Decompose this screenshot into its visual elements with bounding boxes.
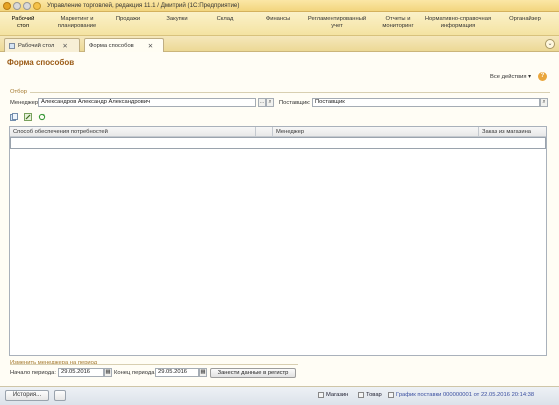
manager-label: Менеджер: [10,100,40,106]
save-to-register-button[interactable]: Занести данные в регистр [210,368,296,378]
window-title: Управление торговлей, редакция 11.1 / Дм… [47,2,240,9]
tab-methods-form-label: Форма способов [89,42,134,49]
status-link-store-label: Магазин [326,392,349,398]
menu-desktop[interactable]: Рабочий стол [6,16,40,30]
chevron-down-icon[interactable]: ⌄ [545,39,555,49]
all-actions-menu[interactable]: Все действия ▾ [490,74,531,80]
history-button[interactable]: История... [5,390,49,401]
copy-icon[interactable] [10,113,18,121]
period-group-divider [10,364,298,365]
menu-regulated-accounting[interactable]: Регламентированный учет [304,16,370,30]
open-windows-bar: Рабочий стол ✕ Форма способов ✕ ⌄ [0,36,559,52]
column-divider [478,127,479,137]
catalog-icon [358,392,364,398]
manager-field[interactable]: Александров Александр Александрович [38,98,256,107]
title-bar-icons [0,1,41,10]
forward-icon[interactable] [23,1,31,10]
supplier-field[interactable]: Поставщик [312,98,540,107]
menu-reports[interactable]: Отчеты и мониторинг [378,16,418,30]
period-end-label: Конец периода: [114,370,157,376]
status-link-schedule[interactable]: График поставки 000000001 от 22.05.2016 … [388,392,534,398]
calendar-icon[interactable]: ▦ [199,368,207,377]
menu-marketing[interactable]: Маркетинг и планирование [52,16,102,30]
tab-methods-form[interactable]: Форма способов ✕ [84,38,164,52]
menu-reference-info[interactable]: Нормативно-справочная информация [424,16,492,30]
select-button[interactable]: … [258,98,266,107]
search-icon[interactable]: ⌕ [540,98,548,107]
section-menu: Рабочий стол Маркетинг и планирование Пр… [0,12,559,36]
column-divider [272,127,273,137]
tab-desktop-label: Рабочий стол [18,42,55,49]
help-icon[interactable]: ? [538,72,547,81]
desktop-icon [9,42,15,49]
menu-warehouse[interactable]: Склад [210,16,240,23]
menu-finance[interactable]: Финансы [260,16,296,23]
period-start-label: Начало периода: [10,370,56,376]
app-logo-icon[interactable] [3,1,11,10]
period-start-field[interactable]: 29.05.2016 [58,368,104,377]
status-link-goods-label: Товар [366,392,382,398]
filter-group-label: Отбор [10,89,27,95]
page-title: Форма способов [7,58,75,67]
column-header-method[interactable]: Способ обеспечения потребностей [13,129,108,135]
supplier-label: Поставщик: [279,100,311,106]
calendar-icon[interactable]: ▦ [104,368,112,377]
close-icon[interactable]: ✕ [62,42,67,50]
period-group-label: Изменить менеджера на период [10,360,98,366]
period-end-field[interactable]: 29.05.2016 [155,368,199,377]
favorite-star-icon[interactable] [33,1,41,10]
status-link-schedule-label: График поставки 000000001 от 22.05.2016 … [396,392,535,398]
refresh-icon[interactable] [38,113,46,121]
close-icon[interactable]: ✕ [148,42,153,50]
status-bar: История... Магазин Товар График поставки… [0,387,559,405]
menu-sales[interactable]: Продажи [112,16,144,23]
menu-purchases[interactable]: Закупки [160,16,194,23]
status-link-goods[interactable]: Товар [358,392,382,398]
back-icon[interactable] [13,1,21,10]
column-divider [255,127,256,137]
edit-icon[interactable] [24,113,32,121]
methods-table[interactable]: Способ обеспечения потребностей Менеджер… [9,126,547,356]
form-content: Форма способов Все действия ▾ ? Отбор Ме… [0,52,559,387]
status-link-store[interactable]: Магазин [318,392,348,398]
filter-group-divider [30,92,550,93]
catalog-icon [318,392,324,398]
column-header-manager[interactable]: Менеджер [276,129,304,135]
column-header-store-order[interactable]: Заказ из магазина [482,129,531,135]
table-row[interactable] [10,137,546,149]
windows-list-icon[interactable] [54,390,66,401]
tab-desktop[interactable]: Рабочий стол ✕ [4,38,80,52]
menu-organizer[interactable]: Органайзер [500,16,550,23]
search-icon[interactable]: ⌕ [266,98,274,107]
window-title-bar: Управление торговлей, редакция 11.1 / Дм… [0,0,559,12]
document-icon [388,392,394,398]
table-header: Способ обеспечения потребностей Менеджер… [10,127,546,137]
